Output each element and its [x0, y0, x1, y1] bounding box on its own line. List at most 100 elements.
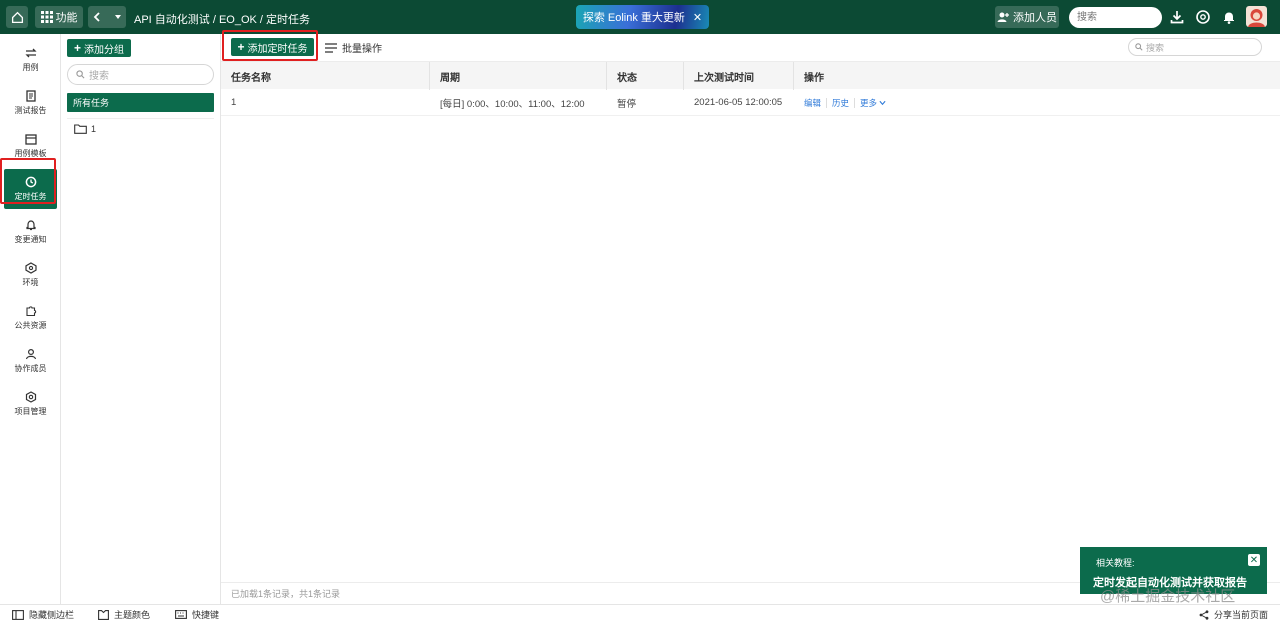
share-page-button[interactable]: 分享当前页面	[1199, 608, 1268, 621]
function-label: 功能	[55, 12, 78, 24]
nav-label: 测试报告	[14, 106, 47, 115]
nav-item-change-notify[interactable]: 变更通知	[4, 212, 57, 252]
banner-text: 探索 Eolink 重大更新	[582, 12, 685, 24]
keyboard-icon	[175, 610, 187, 619]
chevron-down-icon	[879, 100, 886, 105]
nav-item-test-report[interactable]: 测试报告	[4, 83, 57, 123]
update-banner[interactable]: 探索 Eolink 重大更新 ✕	[576, 5, 709, 29]
column-header-status[interactable]: 状态	[607, 62, 684, 90]
shirt-icon	[98, 609, 109, 620]
add-member-button[interactable]: 添加人员	[995, 6, 1059, 28]
table-header: 任务名称 周期 状态 上次测试时间 操作	[221, 61, 1280, 90]
group-search-input[interactable]: 搜索	[67, 64, 214, 85]
add-scheduled-task-button[interactable]: + 添加定时任务	[231, 38, 314, 56]
nav-label: 公共资源	[14, 321, 47, 330]
bell-icon[interactable]	[1221, 9, 1237, 25]
clock-icon	[25, 176, 36, 188]
nav-label: 定时任务	[14, 192, 47, 201]
task-search-placeholder: 搜索	[1146, 42, 1165, 53]
environment-icon	[24, 262, 37, 274]
global-search-input[interactable]	[1069, 7, 1162, 28]
column-header-name[interactable]: 任务名称	[221, 62, 430, 90]
bottom-bar: 隐藏侧边栏 主题颜色 快捷键 分享当前页面	[0, 604, 1280, 624]
more-label: 更多	[860, 97, 878, 108]
close-icon[interactable]: ✕	[1248, 554, 1260, 566]
hide-sidebar-button[interactable]: 隐藏侧边栏	[12, 608, 74, 621]
search-icon	[1135, 43, 1143, 51]
left-nav: 用例 测试报告 用例模板 定时任务 变更通知 环境 公共资源 协作成员 项目管理	[0, 34, 61, 604]
cell-actions: 编辑 历史 更多	[794, 89, 886, 116]
main-content: + 添加定时任务 批量操作 搜索 任务名称 周期 状态 上次测试时间 操作 1 …	[221, 34, 1280, 604]
shortcuts-button[interactable]: 快捷键	[175, 608, 219, 621]
folder-icon	[74, 124, 87, 134]
nav-label: 项目管理	[14, 407, 47, 416]
add-group-button[interactable]: + 添加分组	[67, 39, 131, 57]
cell-status: 暂停	[617, 98, 637, 110]
nav-item-environment[interactable]: 环境	[4, 255, 57, 295]
grid-icon	[40, 11, 53, 23]
nav-item-members[interactable]: 协作成员	[4, 341, 57, 381]
help-icon[interactable]	[1195, 9, 1211, 25]
hide-sidebar-label: 隐藏侧边栏	[29, 610, 75, 620]
sidebar-icon	[12, 609, 24, 620]
template-icon	[24, 134, 37, 145]
back-button[interactable]	[88, 6, 126, 28]
puzzle-icon	[25, 306, 36, 317]
add-user-icon	[997, 12, 1009, 22]
nav-item-project-management[interactable]: 项目管理	[4, 384, 57, 424]
cell-task-name: 1	[231, 97, 237, 108]
task-search-input[interactable]: 搜索	[1128, 38, 1262, 56]
group-item-folder[interactable]: 1	[74, 124, 96, 134]
report-icon	[25, 90, 36, 102]
batch-label: 批量操作	[342, 44, 382, 55]
top-bar: 功能 API 自动化测试 / EO_OK / 定时任务 探索 Eolink 重大…	[0, 0, 1280, 34]
nav-label: 环境	[22, 278, 39, 287]
nav-item-case-template[interactable]: 用例模板	[4, 126, 57, 166]
nav-label: 变更通知	[14, 235, 47, 244]
share-icon	[1199, 609, 1209, 620]
user-avatar[interactable]	[1246, 6, 1267, 27]
separator	[854, 97, 856, 108]
caret-down-icon	[115, 15, 121, 19]
plus-icon: +	[73, 41, 81, 55]
all-tasks-label: 所有任务	[73, 98, 110, 108]
download-icon[interactable]	[1169, 9, 1185, 25]
swap-icon	[24, 48, 37, 58]
column-header-last-test[interactable]: 上次测试时间	[684, 62, 794, 90]
theme-color-label: 主题颜色	[114, 610, 151, 620]
column-header-actions: 操作	[804, 72, 824, 84]
more-dropdown[interactable]: 更多	[860, 97, 886, 109]
search-icon	[76, 70, 85, 79]
edit-link[interactable]: 编辑	[804, 97, 821, 109]
chevron-left-icon	[93, 12, 100, 22]
table-row[interactable]: 1 [每日] 0:00、10:00、11:00、12:00 暂停 2021-06…	[221, 89, 1280, 116]
folder-label: 1	[91, 124, 97, 134]
nav-item-public-resources[interactable]: 公共资源	[4, 298, 57, 338]
group-item-all-tasks[interactable]: 所有任务	[67, 93, 214, 112]
home-icon	[11, 11, 23, 23]
cell-cycle: [每日] 0:00、10:00、11:00、12:00	[440, 98, 585, 110]
group-search-placeholder: 搜索	[89, 71, 109, 82]
share-label: 分享当前页面	[1214, 610, 1269, 620]
nav-label: 协作成员	[14, 364, 47, 373]
add-member-label: 添加人员	[1013, 12, 1057, 24]
avatar-image	[1248, 9, 1265, 27]
group-panel: + 添加分组 搜索 所有任务 1	[61, 34, 221, 604]
theme-color-button[interactable]: 主题颜色	[98, 608, 150, 621]
batch-operations-button[interactable]: 批量操作	[325, 40, 382, 55]
separator	[826, 97, 828, 108]
banner-close-icon[interactable]: ✕	[693, 11, 702, 24]
settings-icon	[25, 391, 36, 403]
breadcrumb: API 自动化测试 / EO_OK / 定时任务	[134, 14, 311, 26]
history-link[interactable]: 历史	[832, 97, 849, 109]
column-header-cycle[interactable]: 周期	[430, 62, 607, 90]
home-button[interactable]	[6, 6, 28, 28]
nav-label: 用例模板	[14, 149, 47, 158]
function-menu-button[interactable]: 功能	[35, 6, 83, 28]
plus-icon: +	[237, 40, 245, 54]
add-group-label: 添加分组	[84, 44, 124, 56]
nav-item-cases[interactable]: 用例	[4, 40, 57, 80]
user-icon	[25, 348, 36, 360]
nav-item-scheduled-tasks[interactable]: 定时任务	[4, 169, 57, 209]
bell-outline-icon	[25, 220, 36, 231]
